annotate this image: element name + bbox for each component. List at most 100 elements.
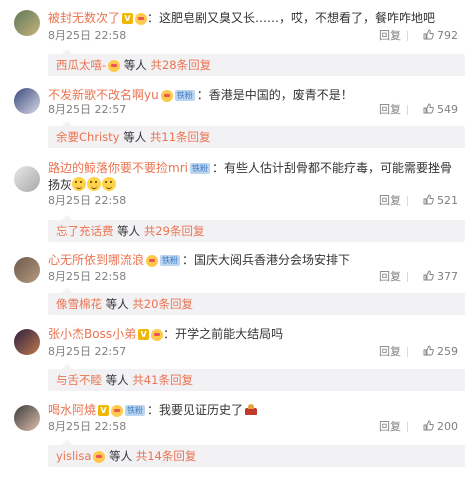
comment-username[interactable]: 被封无数次了 — [48, 11, 120, 25]
reply-summary[interactable]: 西瓜太嘻- 等人 共28条回复 — [48, 49, 465, 76]
comment-username[interactable]: 心无所依到哪流浪 — [48, 253, 144, 267]
comment-body: 张小杰Boss小弟 V ：开学之前能大结局吗 — [48, 327, 284, 341]
comment-time: 8月25日 22:58 — [48, 29, 127, 42]
avatar[interactable] — [14, 10, 40, 36]
thumbs-up-icon — [423, 194, 434, 205]
comment-item: 路边的鲸落你要不要捡mri 铁粉 ：有些人估计刮骨都不能疗毒，可能需要挫骨扬灰 8月… — [0, 150, 473, 242]
comment-text: 开学之前能大结局吗 — [175, 327, 284, 341]
comment-time: 8月25日 22:58 — [48, 194, 127, 207]
reply-button[interactable]: 回复 — [379, 194, 401, 208]
reply-count-link[interactable]: 共29条回复 — [144, 224, 205, 238]
comment-username[interactable]: 喝水阿燒 — [48, 403, 96, 417]
reply-summary[interactable]: 与舌不睦 等人 共41条回复 — [48, 364, 465, 391]
comment-text: 国庆大阅兵香港分会场安排下 — [194, 253, 351, 267]
like-button[interactable]: 521 — [423, 194, 458, 208]
comment-time: 8月25日 22:57 — [48, 345, 127, 358]
reply-summary[interactable]: 余要Christy 等人 共11条回复 — [48, 121, 465, 148]
comment-username[interactable]: 不发新歌不改名啊yu — [48, 88, 159, 102]
comment-item: 不发新歌不改名啊yu 铁粉 ：香港是中国的，废青不是！ 8月25日 22:57 回复… — [0, 82, 473, 157]
vip-icon: V — [98, 405, 110, 416]
reply-summary[interactable]: 像雪棉花 等人 共20条回复 — [48, 288, 465, 315]
comment-item: 被封无数次了 V ：这肥皂剧又臭又长……，哎，不想看了，餐咋咋地吧 8月25日 22… — [0, 6, 473, 81]
comment-body: 心无所依到哪流浪 铁粉 ：国庆大阅兵香港分会场安排下 — [48, 253, 351, 267]
reply-button[interactable]: 回复 — [379, 29, 401, 43]
comment-body: 喝水阿燒 V 铁粉 ：我要见证历史了 — [48, 402, 463, 419]
reply-username[interactable]: 西瓜太嘻- — [56, 58, 106, 72]
fan-badge: 铁粉 — [160, 255, 181, 266]
smile-emoji-icon — [102, 177, 117, 191]
member-badge-icon — [108, 59, 121, 72]
comment-body: 路边的鲸落你要不要捡mri 铁粉 ：有些人估计刮骨都不能疗毒，可能需要挫骨扬灰 — [48, 161, 452, 192]
comment-meta: 8月25日 22:58 回复 377 — [48, 270, 468, 284]
comment-time: 8月25日 22:58 — [48, 420, 127, 433]
vip-icon: V — [122, 13, 134, 24]
thumbs-up-icon — [423, 29, 434, 40]
thumbs-up-icon — [423, 345, 434, 356]
like-count: 200 — [437, 420, 458, 433]
reply-button[interactable]: 回复 — [379, 270, 401, 284]
comment-meta: 8月25日 22:58 回复 521 — [48, 194, 468, 208]
comment-time: 8月25日 22:57 — [48, 103, 127, 116]
avatar[interactable] — [14, 257, 40, 283]
avatar[interactable] — [14, 88, 40, 114]
comment-meta: 8月25日 22:57 回复 549 — [48, 103, 468, 117]
avatar[interactable] — [14, 166, 40, 192]
comment-text: 香港是中国的，废青不是！ — [208, 88, 353, 102]
reply-username[interactable]: 余要Christy — [56, 130, 120, 144]
reply-username[interactable]: 像雪棉花 — [56, 297, 102, 311]
reply-count-link[interactable]: 共28条回复 — [150, 58, 211, 72]
comment-username[interactable]: 张小杰Boss小弟 — [48, 327, 136, 341]
fan-badge: 铁粉 — [189, 163, 210, 174]
member-badge-icon — [151, 328, 164, 341]
comment-item: 喝水阿燒 V 铁粉 ：我要见证历史了 8月25日 22:58 回复 200 yisli… — [0, 395, 473, 470]
comment-meta: 8月25日 22:57 回复 259 — [48, 345, 468, 359]
reply-count-link[interactable]: 共41条回复 — [132, 373, 193, 387]
member-badge-icon — [93, 450, 106, 463]
like-button[interactable]: 792 — [423, 29, 458, 43]
divider — [407, 422, 408, 432]
smile-emoji-icon — [72, 177, 87, 191]
reply-username[interactable]: yislisa — [56, 449, 91, 463]
like-count: 377 — [437, 270, 458, 283]
comment-time: 8月25日 22:58 — [48, 270, 127, 283]
reply-count-link[interactable]: 共11条回复 — [150, 130, 211, 144]
comment-body: 被封无数次了 V ：这肥皂剧又臭又长……，哎，不想看了，餐咋咋地吧 — [48, 11, 436, 25]
reply-username[interactable]: 与舌不睦 — [56, 373, 102, 387]
like-count: 521 — [437, 194, 458, 207]
vip-icon: V — [138, 329, 150, 340]
comment-meta: 8月25日 22:58 回复 200 — [48, 420, 468, 434]
comment-item: 心无所依到哪流浪 铁粉 ：国庆大阅兵香港分会场安排下 8月25日 22:58 回复 … — [0, 245, 473, 320]
fan-badge: 铁粉 — [125, 405, 146, 416]
smile-emoji-icon — [87, 177, 102, 191]
comment-list: 被封无数次了 V ：这肥皂剧又臭又长……，哎，不想看了，餐咋咋地吧 8月25日 22… — [0, 0, 473, 479]
reply-button[interactable]: 回复 — [379, 345, 401, 359]
comment-item: 张小杰Boss小弟 V ：开学之前能大结局吗 8月25日 22:57 回复 259 … — [0, 319, 473, 394]
member-badge-icon — [111, 404, 124, 417]
comment-text: 我要见证历史了 — [159, 403, 244, 417]
comment-username[interactable]: 路边的鲸落你要不要捡mri — [48, 161, 188, 175]
comment-body: 不发新歌不改名啊yu 铁粉 ：香港是中国的，废青不是！ — [48, 88, 353, 102]
member-badge-icon — [146, 254, 159, 267]
comment-meta: 8月25日 22:58 回复 792 — [48, 29, 468, 43]
reply-summary[interactable]: 忘了充话费 等人 共29条回复 — [48, 215, 465, 242]
like-button[interactable]: 200 — [423, 420, 458, 434]
comment-text: 这肥皂剧又臭又长……，哎，不想看了，餐咋咋地吧 — [159, 11, 436, 25]
fan-badge: 铁粉 — [174, 90, 195, 101]
reply-count-link[interactable]: 共14条回复 — [136, 449, 197, 463]
avatar[interactable] — [14, 329, 40, 355]
like-button[interactable]: 549 — [423, 103, 458, 117]
reply-button[interactable]: 回复 — [379, 420, 401, 434]
member-badge-icon — [135, 12, 148, 25]
avatar[interactable] — [14, 405, 40, 431]
reply-summary[interactable]: yislisa 等人 共14条回复 — [48, 440, 465, 467]
like-count: 259 — [437, 345, 458, 358]
thumbs-up-icon — [423, 103, 434, 114]
reply-username[interactable]: 忘了充话费 — [56, 224, 114, 238]
like-button[interactable]: 377 — [423, 270, 458, 284]
cake-emoji-icon — [244, 403, 258, 415]
member-badge-icon — [160, 89, 173, 102]
divider — [407, 272, 408, 282]
reply-button[interactable]: 回复 — [379, 103, 401, 117]
reply-count-link[interactable]: 共20条回复 — [132, 297, 193, 311]
like-button[interactable]: 259 — [423, 345, 458, 359]
